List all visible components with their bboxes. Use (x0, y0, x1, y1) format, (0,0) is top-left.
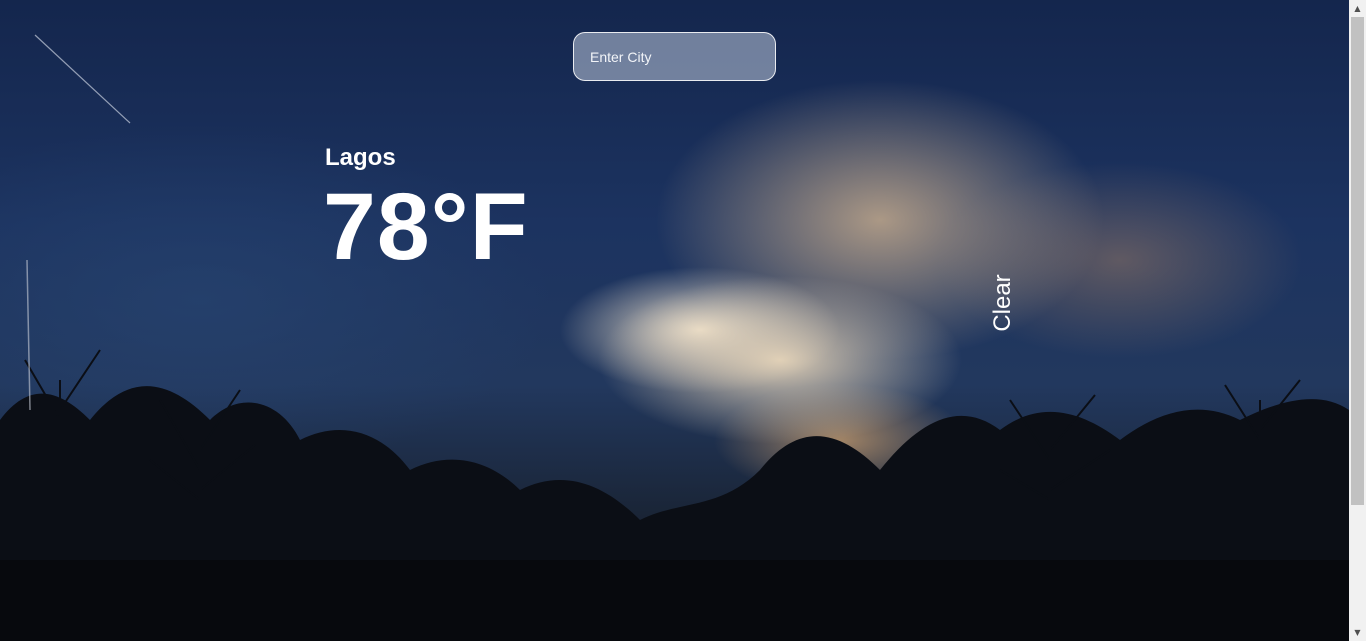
scrollbar-thumb[interactable] (1351, 17, 1364, 505)
temperature-readout: 78°F (323, 174, 529, 280)
scroll-up-icon[interactable]: ▲ (1349, 0, 1366, 17)
weather-app: Lagos 78°F Clear (0, 0, 1349, 641)
contrail-line (34, 34, 131, 124)
weather-condition: Clear (989, 274, 1016, 332)
scroll-down-icon[interactable]: ▼ (1349, 624, 1366, 641)
antenna-mast (26, 259, 31, 411)
city-name: Lagos (325, 144, 396, 171)
vertical-scrollbar[interactable]: ▲ ▼ (1349, 0, 1366, 641)
background-photo (0, 34, 1349, 641)
tree-silhouettes (0, 386, 1349, 641)
city-search-input[interactable] (573, 32, 776, 81)
